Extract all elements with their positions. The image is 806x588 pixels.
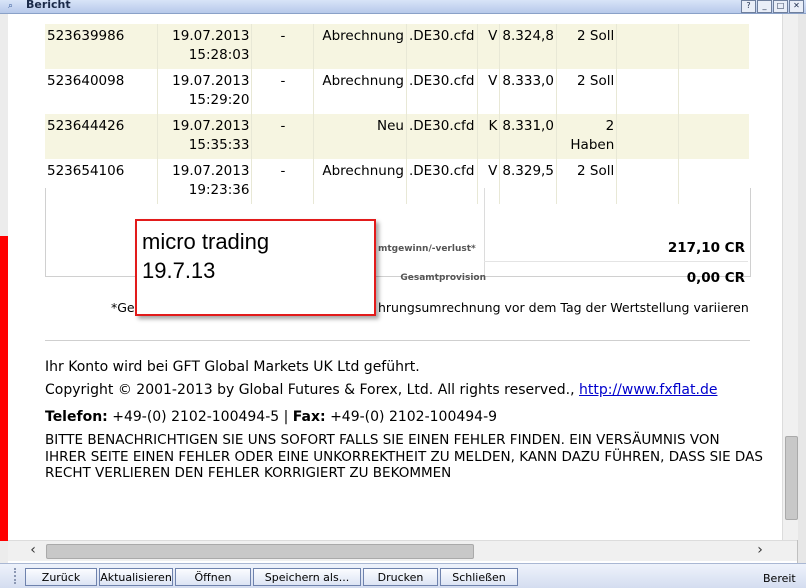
minimize-button[interactable]: _ (757, 0, 772, 13)
help-button[interactable]: ? (741, 0, 756, 13)
save-as-button[interactable]: Speichern als... (253, 568, 361, 586)
copyright-line: Copyright © 2001-2013 by Global Futures … (45, 382, 718, 398)
trade-datetime: 19.07.2013 15:29:20 (157, 69, 253, 114)
trade-symbol: .DE30.cfd (406, 114, 478, 159)
annotation-box: micro trading 19.7.13 (135, 219, 376, 316)
trade-side: V (477, 69, 501, 114)
total-pl-value: 217,10 CR (667, 240, 745, 256)
window-title: Bericht (26, 0, 71, 11)
bottom-toolbar: Zurück Aktualisieren Öffnen Speichern al… (0, 563, 806, 588)
trade-type: Abrechnung (313, 24, 407, 69)
trade-date: 19.07.2013 (172, 73, 250, 89)
open-button[interactable]: Öffnen (175, 568, 251, 586)
trade-quantity: 2 Soll (556, 69, 618, 114)
empty-cell (678, 69, 749, 114)
trade-type: Abrechnung (313, 69, 407, 114)
trade-type: Neu (313, 114, 407, 159)
refresh-button[interactable]: Aktualisieren (99, 568, 173, 586)
divider (45, 340, 750, 341)
trade-date: 19.07.2013 (172, 118, 250, 134)
horizontal-scroll-thumb[interactable] (46, 544, 474, 559)
status-text: Bereit (763, 572, 796, 585)
toolbar-grip-icon (14, 568, 20, 584)
scroll-right-icon[interactable]: › (753, 543, 767, 557)
trade-time: 15:29:20 (188, 92, 250, 108)
back-button[interactable]: Zurück (25, 568, 97, 586)
trade-datetime: 19.07.2013 15:35:33 (157, 114, 253, 159)
empty-cell (616, 69, 679, 114)
trade-date: 19.07.2013 (172, 163, 250, 179)
trade-quantity: 2 Haben (556, 114, 618, 159)
trade-id: 523644426 (45, 114, 159, 159)
trade-id: 523640098 (45, 69, 159, 114)
annotation-line-2: 19.7.13 (142, 258, 216, 283)
trade-price: 8.324,8 (499, 24, 557, 69)
vertical-scrollbar[interactable] (782, 14, 798, 540)
empty-cell (616, 24, 679, 69)
commission-label: Gesamtprovision (400, 273, 486, 283)
table-row: 523640098 19.07.2013 15:29:20- Abrechnung .D… (45, 69, 749, 114)
app-icon: ⌕ (8, 1, 14, 11)
trade-date: 19.07.2013 (172, 28, 250, 44)
print-button[interactable]: Drucken (363, 568, 438, 586)
total-pl-label: mtgewinn/-verlust* (378, 244, 476, 254)
empty-cell (678, 114, 749, 159)
annotation-line-1: micro trading (142, 229, 270, 254)
close-window-button[interactable]: ✕ (789, 0, 804, 13)
empty-cell (678, 24, 749, 69)
vertical-scroll-thumb[interactable] (785, 436, 798, 520)
close-button[interactable]: Schließen (440, 568, 518, 586)
footnote-start: *Ge (111, 300, 135, 315)
commission-value: 0,00 CR (686, 270, 745, 286)
warning-text: BITTE BENACHRICHTIGEN SIE UNS SOFORT FAL… (45, 432, 763, 481)
account-line: Ihr Konto wird bei GFT Global Markets UK… (45, 359, 420, 375)
empty-cell (616, 114, 679, 159)
left-edge (0, 14, 8, 564)
website-link[interactable]: http://www.fxflat.de (579, 382, 717, 398)
footnote-end: hrungsumrechnung vor dem Tag der Wertste… (378, 300, 749, 315)
background-red-area (0, 236, 8, 541)
scroll-left-icon[interactable]: ‹ (26, 543, 40, 557)
trade-ref: - (251, 114, 315, 159)
right-edge (797, 14, 806, 564)
trade-symbol: .DE30.cfd (406, 69, 478, 114)
trade-time: 15:35:33 (188, 137, 250, 153)
trade-time: 15:28:03 (188, 47, 250, 63)
report-content: 523639986 19.07.2013 15:28:03- Abrechnung .D… (8, 14, 782, 540)
trade-id: 523639986 (45, 24, 159, 69)
trade-ref: - (251, 24, 315, 69)
trade-price: 8.331,0 (499, 114, 557, 159)
trade-side: V (477, 24, 501, 69)
trade-side: K (477, 114, 501, 159)
contact-line: Telefon: +49-(0) 2102-100494-5 | Fax: +4… (45, 409, 498, 425)
table-row: 523644426 19.07.2013 15:35:33- Neu .DE30.cfd… (45, 114, 749, 159)
trades-table: 523639986 19.07.2013 15:28:03- Abrechnung .D… (45, 24, 749, 204)
maximize-button[interactable]: □ (773, 0, 788, 13)
title-bar: ⌕ Bericht ? _ □ ✕ (0, 0, 806, 14)
trade-price: 8.333,0 (499, 69, 557, 114)
trade-quantity: 2 Soll (556, 24, 618, 69)
horizontal-scrollbar[interactable]: ‹ › (8, 540, 797, 561)
trade-datetime: 19.07.2013 15:28:03 (157, 24, 253, 69)
table-row: 523639986 19.07.2013 15:28:03- Abrechnung .D… (45, 24, 749, 69)
trade-symbol: .DE30.cfd (406, 24, 478, 69)
trade-ref: - (251, 69, 315, 114)
